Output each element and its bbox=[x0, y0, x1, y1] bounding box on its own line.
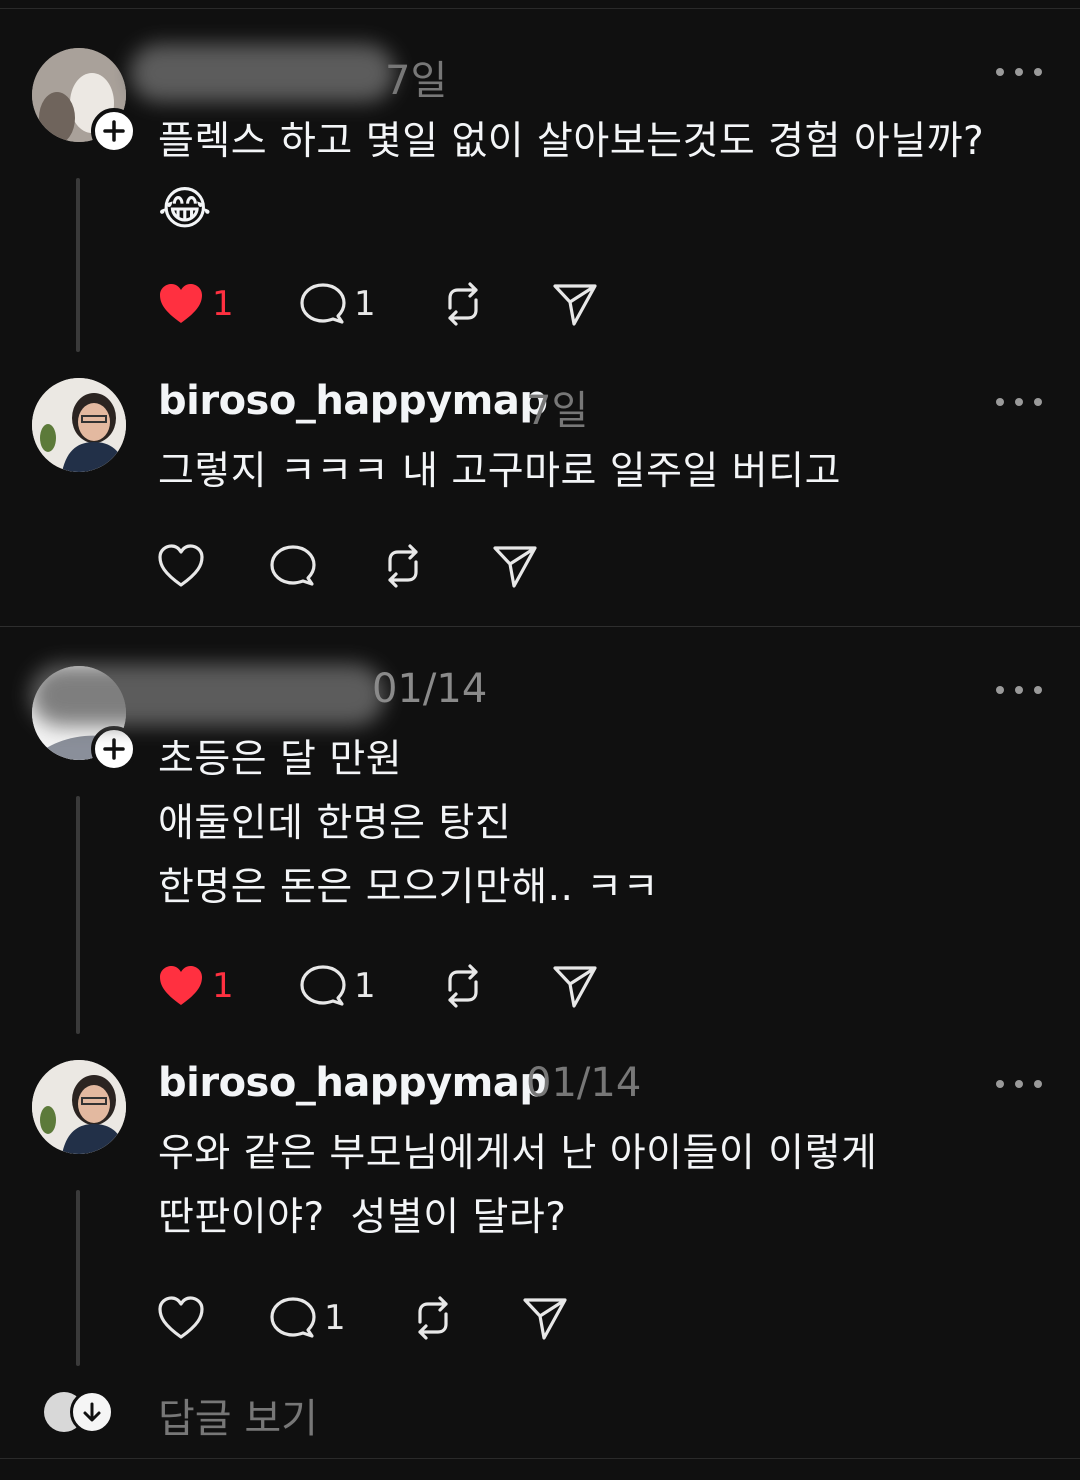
repost-icon bbox=[448, 964, 478, 1008]
like-count: 1 bbox=[212, 284, 234, 324]
speech-bubble-icon bbox=[270, 545, 316, 586]
share-button[interactable] bbox=[552, 282, 598, 326]
heart-filled-icon bbox=[160, 284, 202, 323]
heart-outline-icon bbox=[158, 1296, 204, 1339]
speech-bubble-icon bbox=[300, 965, 346, 1006]
repost-button[interactable] bbox=[410, 1296, 456, 1340]
repost-button[interactable] bbox=[440, 282, 486, 326]
send-icon bbox=[523, 1298, 567, 1340]
avatar[interactable] bbox=[32, 378, 126, 472]
comment-line-2: 딴판이야? 성별이 달라? bbox=[158, 1195, 567, 1240]
heart-outline-icon bbox=[158, 544, 204, 587]
view-replies-avatars[interactable] bbox=[44, 1390, 116, 1434]
share-button[interactable] bbox=[522, 1296, 568, 1340]
thread-line bbox=[76, 796, 80, 1034]
reply-button[interactable]: 1 bbox=[300, 964, 376, 1008]
username[interactable]: biroso_happymap bbox=[158, 1060, 548, 1106]
repost-button[interactable] bbox=[380, 544, 426, 588]
comment-time: 01/14 bbox=[526, 1060, 642, 1106]
reply-button[interactable] bbox=[270, 544, 316, 588]
comment-line-1: 초등은 달 만원 bbox=[158, 737, 403, 782]
speech-bubble-icon bbox=[300, 283, 346, 324]
laughing-emoji: 😂 bbox=[158, 181, 212, 235]
top-divider bbox=[0, 8, 1080, 9]
like-count: 1 bbox=[212, 966, 234, 1006]
repost-button[interactable] bbox=[440, 964, 486, 1008]
comment-line-3: 한명은 돈은 모으기만해.. ㅋㅋ bbox=[158, 865, 660, 910]
like-button[interactable]: 1 bbox=[158, 282, 234, 326]
more-options-icon[interactable] bbox=[996, 66, 1042, 78]
repost-icon bbox=[448, 282, 478, 326]
send-icon bbox=[493, 546, 537, 588]
thread-separator bbox=[0, 626, 1080, 627]
like-button[interactable] bbox=[158, 1296, 204, 1340]
repost-icon bbox=[388, 544, 418, 588]
more-options-icon[interactable] bbox=[996, 684, 1042, 696]
follow-plus-icon[interactable] bbox=[91, 726, 137, 772]
avatar-photo bbox=[32, 1060, 126, 1154]
reply-count: 1 bbox=[354, 966, 376, 1006]
comment-time: 7일 bbox=[385, 58, 448, 104]
comment-text: 플렉스 하고 몇일 없이 살아보는것도 경험 아닐까? bbox=[158, 119, 985, 164]
reply-count: 1 bbox=[354, 284, 376, 324]
send-icon bbox=[553, 966, 597, 1008]
view-replies-link[interactable]: 답글 보기 bbox=[158, 1386, 318, 1444]
comment-line-1: 우와 같은 부모님에게서 난 아이들이 이렇게 bbox=[158, 1131, 878, 1176]
more-options-icon[interactable] bbox=[996, 396, 1042, 408]
share-button[interactable] bbox=[552, 964, 598, 1008]
speech-bubble-icon bbox=[270, 1297, 316, 1338]
follow-plus-icon[interactable] bbox=[91, 108, 137, 154]
avatar-photo bbox=[32, 378, 126, 472]
username-blurred bbox=[130, 44, 395, 102]
thread-line bbox=[76, 178, 80, 352]
avatar[interactable] bbox=[32, 1060, 126, 1154]
send-icon bbox=[553, 284, 597, 326]
like-button[interactable]: 1 bbox=[158, 964, 234, 1008]
heart-filled-icon bbox=[160, 966, 202, 1005]
reply-button[interactable]: 1 bbox=[270, 1296, 346, 1340]
like-button[interactable] bbox=[158, 544, 204, 588]
username-blurred bbox=[30, 664, 385, 726]
comment-line-2: 애둘인데 한명은 탕진 bbox=[158, 801, 512, 846]
more-options-icon[interactable] bbox=[996, 1078, 1042, 1090]
share-button[interactable] bbox=[492, 544, 538, 588]
comment-text: 그렇지 ㅋㅋㅋ 내 고구마로 일주일 버티고 bbox=[158, 449, 841, 494]
comment-time: 7일 bbox=[526, 388, 589, 434]
thread-line bbox=[76, 1190, 80, 1366]
bottom-divider bbox=[0, 1458, 1080, 1459]
repost-icon bbox=[418, 1296, 448, 1340]
reply-button[interactable]: 1 bbox=[300, 282, 376, 326]
comment-time: 01/14 bbox=[372, 666, 488, 712]
username[interactable]: biroso_happymap bbox=[158, 378, 548, 424]
arrow-down-circle-icon bbox=[70, 1390, 114, 1434]
reply-count: 1 bbox=[324, 1298, 346, 1338]
